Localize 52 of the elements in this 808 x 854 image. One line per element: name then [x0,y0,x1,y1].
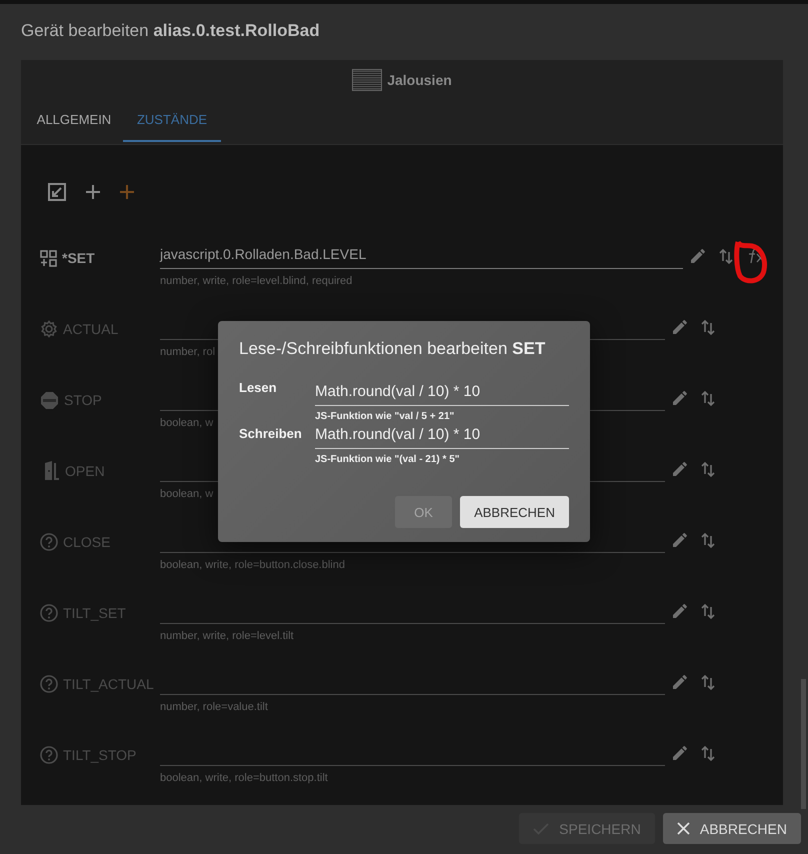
pencil-icon[interactable] [673,675,687,689]
pencil-icon[interactable] [673,604,687,618]
pencil-icon[interactable] [673,462,687,476]
swap-arrows-icon[interactable] [701,602,715,620]
field-hint: number, write, role=level.blind, required [160,275,352,288]
footer-button[interactable]: ABBRECHEN [662,813,801,844]
field-label: Lesen [239,379,278,397]
help-icon [40,533,58,551]
swap-arrows-icon[interactable] [719,248,733,264]
field-hint: boolean, write, role=button.stop.tilt [160,772,328,785]
dialog-button[interactable]: ABBRECHEN [460,496,569,528]
pencil-icon[interactable] [673,320,687,334]
function-field[interactable]: Math.round(val / 10) * 10 [315,371,569,406]
plus-icon[interactable] [119,184,135,200]
help-icon [40,746,58,764]
swap-arrows-icon[interactable] [701,318,715,336]
stop-sign-icon [40,390,59,410]
tab[interactable]: ALLGEMEIN [25,97,123,142]
tab[interactable]: ZUSTÄNDE [123,97,221,142]
field-hint: boolean, w [160,488,214,501]
field-hint: number, rol [160,346,216,359]
gear-icon [40,320,58,338]
state-name: *SET [62,250,95,266]
grid-icon [40,250,57,266]
plus-icon[interactable] [85,184,101,200]
field-hint: number, role=value.tilt [160,701,268,714]
function-field[interactable]: Math.round(val / 10) * 10 [315,426,569,449]
help-icon [40,604,58,622]
field-label: Schreiben [239,426,303,443]
pencil-icon[interactable] [673,533,687,547]
swap-arrows-icon[interactable] [701,744,715,762]
expand-icon[interactable] [47,182,67,202]
device-type: Jalousien [387,72,452,88]
field-helper: JS-Funktion wie "(val - 21) * 5" [315,453,461,467]
dialog-title: Lese-/Schreibfunktionen bearbeiten SET [239,339,546,359]
swap-arrows-icon[interactable] [701,390,715,406]
window-title: Gerät bearbeiten alias.0.test.RolloBad [20,20,321,42]
pencil-icon[interactable] [673,391,687,405]
pencil-icon[interactable] [673,746,687,760]
close-icon [676,822,690,835]
scrollbar-thumb[interactable] [801,679,806,809]
state-id-field[interactable]: javascript.0.Rolladen.Bad.LEVEL [160,243,683,269]
field-helper: JS-Funktion wie "val / 5 + 21" [315,410,456,424]
field-hint: boolean, w [160,417,214,430]
swap-arrows-icon[interactable] [701,674,715,690]
field-hint: boolean, write, role=button.close.blind [160,559,345,572]
pencil-icon[interactable] [691,249,705,263]
swap-arrows-icon[interactable] [701,460,715,478]
field-hint: number, write, role=level.tilt [160,630,294,643]
swap-arrows-icon[interactable] [701,532,715,548]
help-icon [40,675,58,693]
blinds-icon [352,69,382,91]
